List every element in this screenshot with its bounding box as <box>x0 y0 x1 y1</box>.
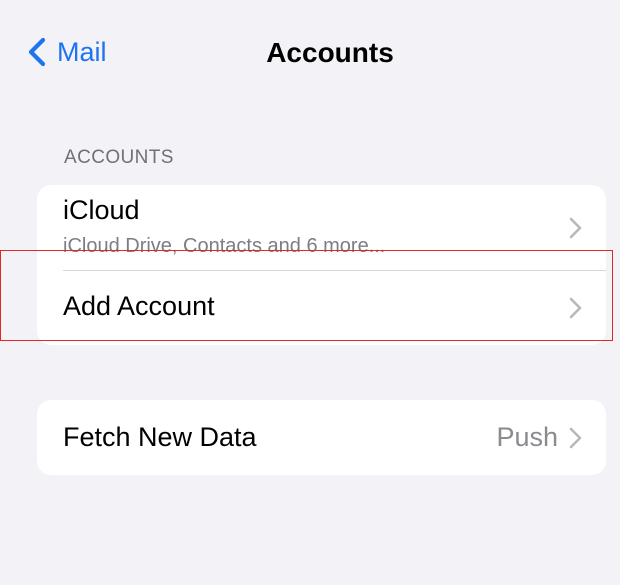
accounts-section-header: ACCOUNTS <box>64 147 174 168</box>
page-title: Accounts <box>266 37 394 68</box>
chevron-left-icon <box>28 37 46 67</box>
fetch-new-data-row[interactable]: Fetch New Data Push <box>37 400 606 475</box>
chevron-right-icon <box>569 427 582 449</box>
fetch-group: Fetch New Data Push <box>37 400 606 475</box>
accounts-group: iCloud iCloud Drive, Contacts and 6 more… <box>37 185 606 345</box>
add-account-title: Add Account <box>63 291 215 321</box>
fetch-new-data-title: Fetch New Data <box>63 422 257 452</box>
fetch-new-data-value: Push <box>496 422 558 452</box>
icloud-account-title: iCloud <box>63 195 140 225</box>
back-button[interactable]: Mail <box>26 34 107 70</box>
chevron-right-icon <box>569 217 582 239</box>
add-account-row[interactable]: Add Account <box>37 271 606 345</box>
settings-screen: Mail Accounts ACCOUNTS iCloud iCloud Dri… <box>10 10 610 585</box>
chevron-right-icon <box>569 297 582 319</box>
icloud-account-subtitle: iCloud Drive, Contacts and 6 more... <box>63 235 386 257</box>
navigation-bar: Mail Accounts <box>10 10 610 94</box>
icloud-account-row[interactable]: iCloud iCloud Drive, Contacts and 6 more… <box>37 185 606 270</box>
back-button-label: Mail <box>57 37 107 67</box>
